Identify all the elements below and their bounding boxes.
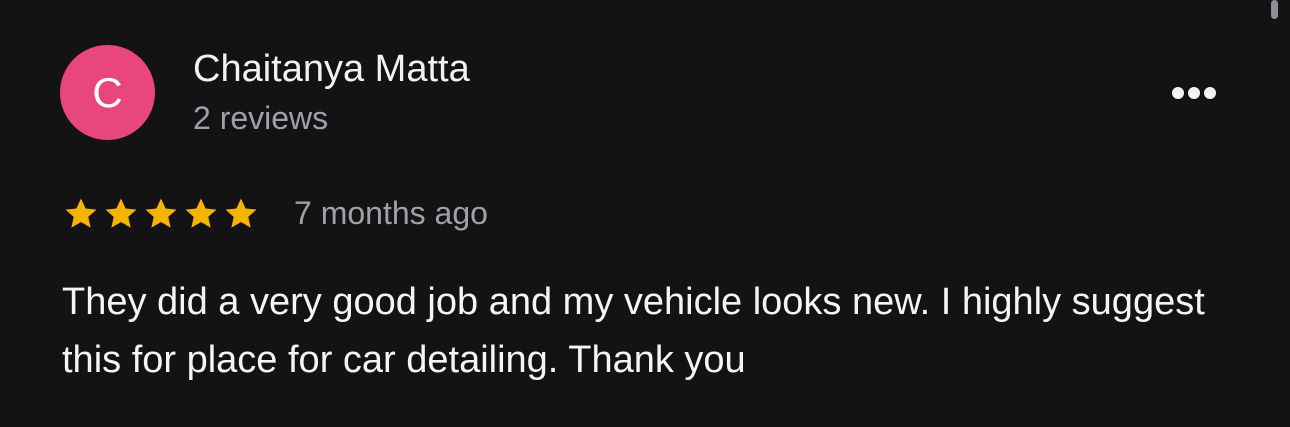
author-name[interactable]: Chaitanya Matta (193, 48, 470, 91)
avatar[interactable]: C (60, 45, 155, 140)
more-horizontal-icon (1172, 87, 1184, 99)
review-card: C Chaitanya Matta 2 reviews 7 months ago… (0, 0, 1290, 427)
review-timestamp: 7 months ago (294, 195, 488, 231)
author-review-count: 2 reviews (193, 100, 329, 136)
more-horizontal-icon (1204, 87, 1216, 99)
review-text: They did a very good job and my vehicle … (62, 281, 1205, 381)
star-icon (65, 198, 97, 228)
star-icon (185, 198, 217, 228)
more-options-button[interactable] (1166, 80, 1222, 106)
more-horizontal-icon (1188, 87, 1200, 99)
scrollbar[interactable] (1271, 0, 1278, 19)
star-rating (62, 195, 260, 233)
star-icon (225, 198, 257, 228)
star-icon (145, 198, 177, 228)
star-icon (105, 198, 137, 228)
avatar-initial: C (92, 68, 123, 116)
